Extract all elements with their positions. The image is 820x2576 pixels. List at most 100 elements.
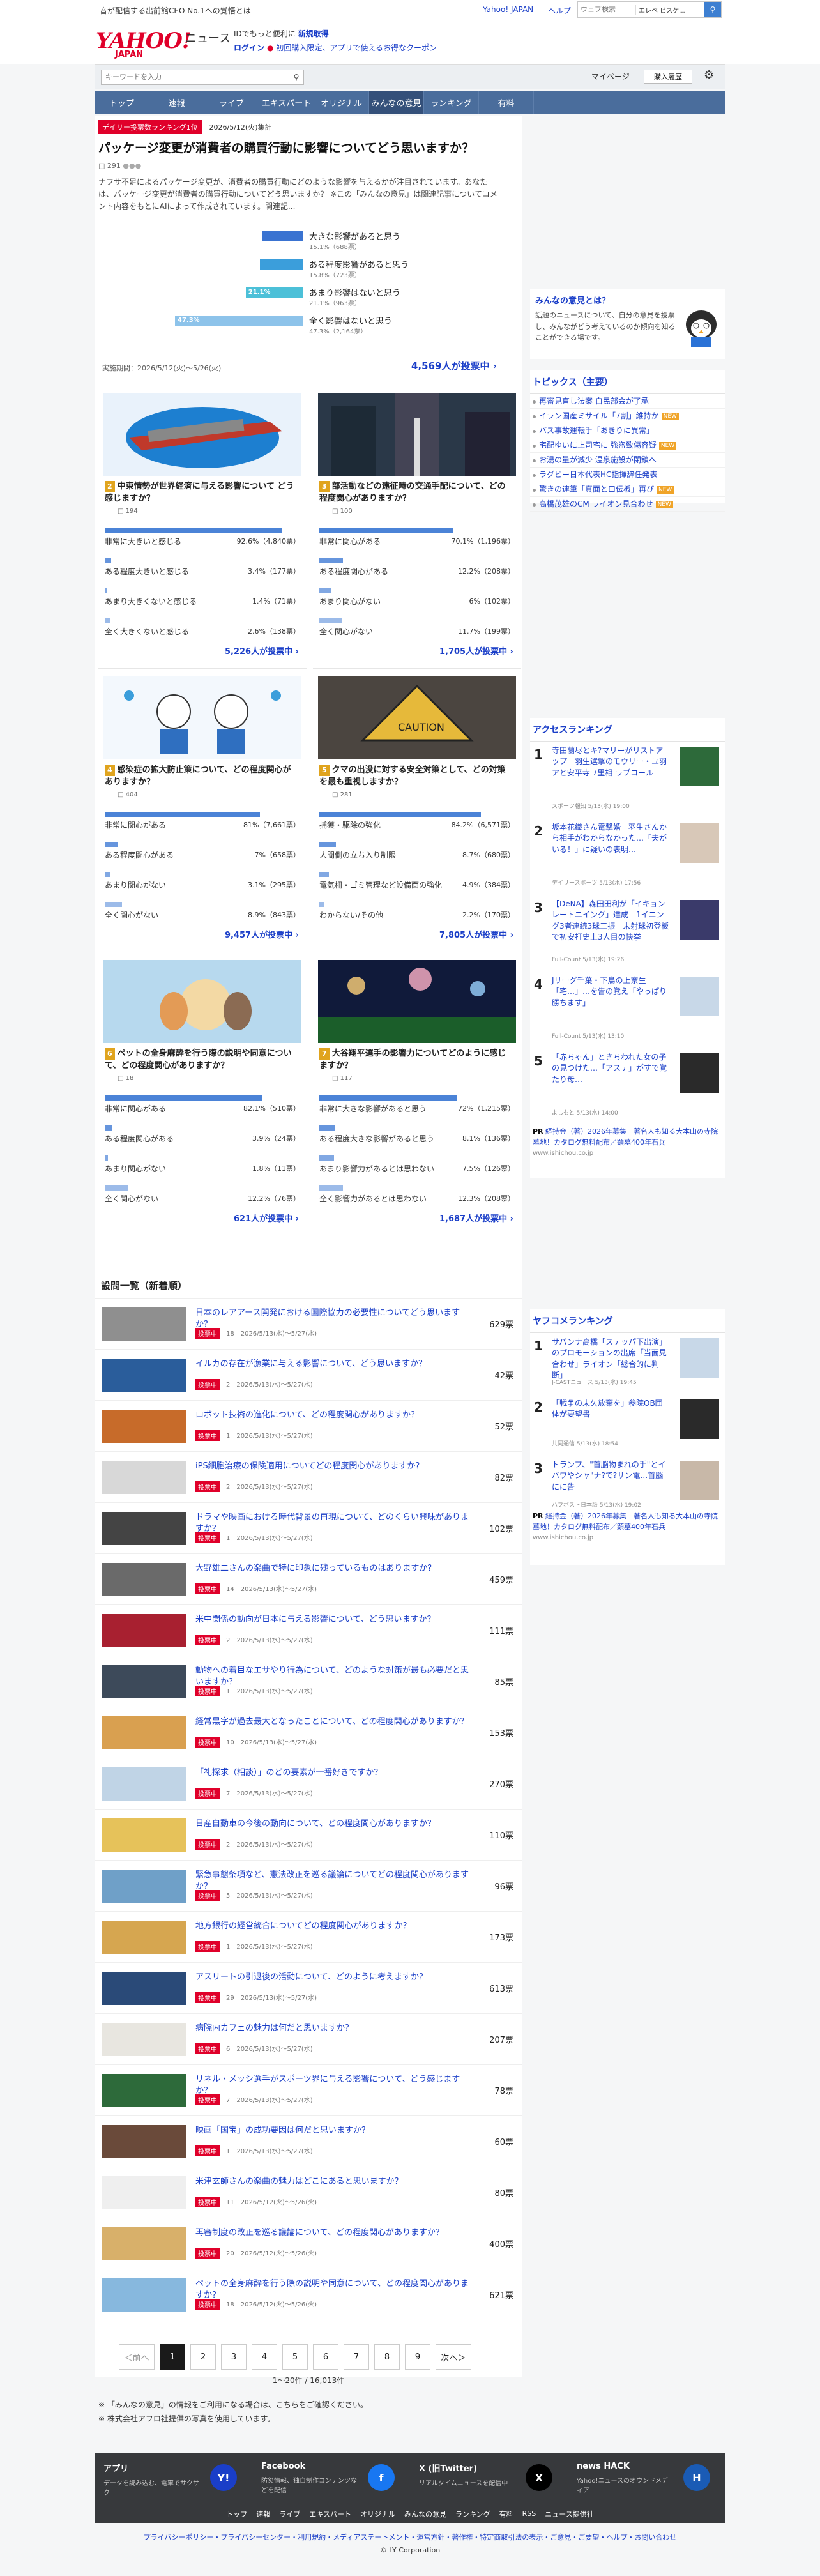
question-thumbnail[interactable] [102,1767,186,1801]
question-title[interactable]: 大野雄二さんの楽曲で特に印象に残っているものはありますか？ [195,1563,470,1574]
question-thumbnail[interactable] [102,2125,186,2158]
ranking-item[interactable]: 2 坂本花織さん電撃婚 羽生さんから相手がわからなかった…「夫がいる！」に疑いの表… [530,818,725,895]
question-row[interactable]: 米津玄師さんの楽曲の魅力はどこにあると思いますか？ 投票中 11 2026/5/12… [95,2167,522,2218]
mypage-link[interactable]: マイページ [591,71,630,82]
question-row[interactable]: ペットの全身麻酔を行う際の説明や同意について、どの程度関心がありますか？ 投票中 1… [95,2269,522,2320]
question-title[interactable]: ドラマや映画における時代背景の再現について、どのくらい興味がありますか？ [195,1512,470,1534]
nav-item-3[interactable]: エキスパート [259,91,314,114]
poll-thumbnail[interactable] [103,960,301,1043]
question-thumbnail[interactable] [102,1410,186,1443]
poll-thumbnail[interactable] [103,393,301,476]
footer-app-3[interactable]: news HACK Yahoo!ニュースのオウンドメディア H [568,2453,725,2504]
signup-link[interactable]: 新規取得 [298,29,329,38]
yahoo-logo[interactable]: YAHOO! JAPAN [96,28,192,59]
featured-total-link[interactable]: 4,569人が投票中 › [411,359,497,372]
question-title[interactable]: ペットの全身麻酔を行う際の説明や同意について、どの程度関心がありますか？ [195,2278,470,2301]
topic-item[interactable]: バス事故運転手「あきりに異常」 [530,423,725,438]
question-title[interactable]: 地方銀行の経営統合についてどの程度関心がありますか？ [195,1921,470,1932]
footer-nav-item[interactable]: ライブ [279,2509,300,2519]
question-row[interactable]: 日産自動車の今後の動向について、どの程度関心がありますか？ 投票中 2 2026/5… [95,1809,522,1860]
poll-thumbnail[interactable]: CAUTION [318,676,516,759]
question-thumbnail[interactable] [102,2074,186,2107]
page-button[interactable]: 2 [190,2344,216,2370]
nav-item-2[interactable]: ライブ [204,91,259,114]
footer-app-1[interactable]: Facebook 防災情報、独自制作コンテンツなどを配信 f [252,2453,410,2504]
question-row[interactable]: 地方銀行の経営統合についてどの程度関心がありますか？ 投票中 1 2026/5/13… [95,1911,522,1962]
coupon-link[interactable]: ● 初回購入限定、アプリで使えるお得なクーポン [267,42,437,53]
poll-thumbnail[interactable] [103,676,301,759]
topic-item[interactable]: 宅配ゆいに上司宅に 強盗致傷容疑 NEW [530,438,725,453]
question-thumbnail[interactable] [102,1563,186,1596]
question-thumbnail[interactable] [102,2176,186,2209]
pr-box-2[interactable]: PR 経持金（著）2026年募集 著名人も知る大本山の寺院墓地！カタログ無料配布… [533,1511,722,1543]
question-title[interactable]: 動物への着目なエサやり行為について、どのような対策が最も必要だと思いますか？ [195,1665,470,1688]
question-row[interactable]: 再審制度の改正を巡る議論について、どの程度関心がありますか？ 投票中 20 2026… [95,2218,522,2269]
help-link[interactable]: ヘルプ [548,5,571,16]
nav-item-4[interactable]: オリジナル [314,91,369,114]
poll-comment-count[interactable]: □ 18 [118,1075,133,1082]
topic-item[interactable]: 驚きの連筆「真面と口伝板」再び NEW [530,482,725,497]
question-thumbnail[interactable] [102,2278,186,2312]
footer-app-0[interactable]: アプリ データを読み込む、電車でサクサク Y! [95,2453,252,2504]
ranking-item[interactable]: 5 「赤ちゃん」ときちわれた女の子の見つけた…「アステ」がすで覚たり母… よしもと … [530,1048,725,1125]
page-button[interactable]: 7 [344,2344,369,2370]
poll-title[interactable]: 3 部活動などの遠征時の交通手配について、どの程度関心がありますか？ [319,481,511,505]
footer-nav-item[interactable]: エキスパート [309,2509,351,2519]
question-row[interactable]: 経常黒字が過去最大となったことについて、どの程度関心がありますか？ 投票中 10 2… [95,1707,522,1758]
ranking-item[interactable]: 3 【DeNA】森田田利が「イキョンレートニイング」達成 1イニング3者連続3球三… [530,895,725,972]
poll-total-link[interactable]: 9,457人が投票中 › [225,928,299,940]
question-thumbnail[interactable] [102,1665,186,1698]
question-thumbnail[interactable] [102,1921,186,1954]
question-row[interactable]: 米中関係の動向が日本に与える影響について、どう思いますか？ 投票中 2 2026/5… [95,1604,522,1656]
question-row[interactable]: 動物への着目なエサやり行為について、どのような対策が最も必要だと思いますか？ 投票… [95,1656,522,1707]
poll-thumbnail[interactable] [318,393,516,476]
question-row[interactable]: 病院内カフェの魅力は何だと思いますか？ 投票中 6 2026/5/13(水)〜5/2… [95,2013,522,2064]
question-thumbnail[interactable] [102,1870,186,1903]
footer-nav-item[interactable]: 速報 [256,2509,270,2519]
question-title[interactable]: iPS細胞治療の保険適用についてどの程度関心がありますか？ [195,1461,470,1472]
question-row[interactable]: 「礼探求（相談）」のどの要素が一番好きですか？ 投票中 7 2026/5/13(水)… [95,1758,522,1809]
footer-nav-item[interactable]: 有料 [499,2509,513,2519]
nav-item-6[interactable]: ランキング [424,91,479,114]
pr-box-1[interactable]: PR 経持金（著）2026年募集 著名人も知る大本山の寺院墓地！カタログ無料配布… [533,1127,722,1159]
page-button[interactable]: 8 [374,2344,400,2370]
footer-nav-item[interactable]: オリジナル [360,2509,395,2519]
question-thumbnail[interactable] [102,1716,186,1749]
topic-item[interactable]: お湯の量が減少 温泉施設が閉鎖へ [530,453,725,468]
question-row[interactable]: イルカの存在が漁業に与える影響について、どう思いますか？ 投票中 2 2026/5/… [95,1349,522,1400]
nav-item-5[interactable]: みんなの意見 [369,91,424,114]
footer-nav-item[interactable]: トップ [226,2509,247,2519]
question-row[interactable]: 映画「国宝」の成功要因は何だと思いますか？ 投票中 1 2026/5/13(水)〜5… [95,2115,522,2167]
page-button[interactable]: 1 [160,2344,185,2370]
poll-comment-count[interactable]: □ 117 [332,1075,353,1082]
question-thumbnail[interactable] [102,1818,186,1852]
question-title[interactable]: 再審制度の改正を巡る議論について、どの程度関心がありますか？ [195,2227,470,2239]
question-row[interactable]: iPS細胞治療の保険適用についてどの程度関心がありますか？ 投票中 2 2026/5… [95,1451,522,1502]
page-button[interactable]: 6 [313,2344,338,2370]
poll-total-link[interactable]: 5,226人が投票中 › [225,644,299,657]
poll-total-link[interactable]: 1,687人が投票中 › [439,1212,513,1224]
poll-total-link[interactable]: 621人が投票中 › [234,1212,299,1224]
question-row[interactable]: 大野雄二さんの楽曲で特に印象に残っているものはありますか？ 投票中 14 2026/… [95,1553,522,1604]
topic-item[interactable]: 高橋茂雄のCM ライオン見合わせ NEW [530,497,725,512]
question-thumbnail[interactable] [102,1307,186,1341]
page-button[interactable]: 5 [282,2344,308,2370]
question-row[interactable]: ロボット技術の進化について、どの程度関心がありますか？ 投票中 1 2026/5/1… [95,1400,522,1451]
footer-nav-item[interactable]: ランキング [455,2509,490,2519]
question-title[interactable]: 米津玄師さんの楽曲の魅力はどこにあると思いますか？ [195,2176,470,2188]
yahoo-japan-link[interactable]: Yahoo! JAPAN [483,5,533,14]
search-scope-select[interactable]: エレベ ビスケ... [635,4,704,15]
question-thumbnail[interactable] [102,1614,186,1647]
question-title[interactable]: ロボット技術の進化について、どの程度関心がありますか？ [195,1410,470,1421]
nav-item-0[interactable]: トップ [95,91,149,114]
question-row[interactable]: 緊急事態条項など、憲法改正を巡る議論についてどの程度関心がありますか？ 投票中 5 … [95,1860,522,1911]
news-search-input[interactable] [102,73,289,81]
page-button[interactable]: 9 [405,2344,430,2370]
nav-item-1[interactable]: 速報 [149,91,204,114]
page-button[interactable]: 4 [252,2344,277,2370]
poll-total-link[interactable]: 1,705人が投票中 › [439,644,513,657]
footer-app-2[interactable]: X (旧Twitter) リアルタイムニュースを配信中 X [410,2453,568,2504]
poll-comment-count[interactable]: □ 404 [118,791,138,798]
web-search-input[interactable] [578,6,635,13]
poll-title[interactable]: 7 大谷翔平選手の影響力についてどのように感じますか？ [319,1048,511,1072]
